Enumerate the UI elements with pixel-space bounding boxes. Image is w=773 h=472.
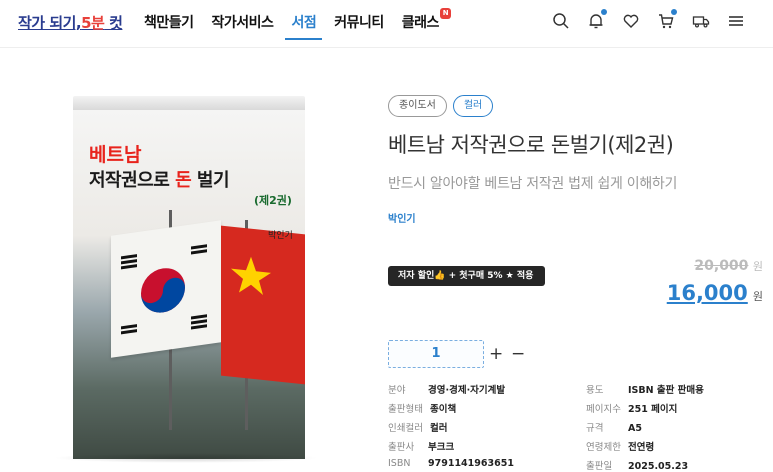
original-price: 20,000 원 [694, 258, 763, 274]
nav-item-bookstore[interactable]: 서점 [282, 0, 325, 48]
cover-title-part: 돈 [175, 170, 192, 191]
cover-title-part: 저작권으로 [89, 170, 176, 191]
nav-item-book-making[interactable]: 책만들기 [135, 0, 203, 48]
cart-dot [671, 9, 677, 15]
tag-color[interactable]: 컬러 [452, 95, 494, 117]
book-cover-face: 베트남 저작권으로 돈 벌기 (제2권) 박인기 [73, 110, 305, 459]
promo-badge: 저자 할인👍 + 첫구매 5% ★ 적용 [388, 266, 546, 286]
spec-row: 분야 경영·경제·자기계발 [388, 382, 505, 396]
spec-label: 규격 [586, 423, 604, 434]
cart-icon[interactable] [657, 9, 677, 30]
cover-author: 박인기 [268, 231, 293, 241]
sale-price: 16,000 원 [667, 281, 763, 305]
cover-title-line1: 베트남 [89, 144, 142, 166]
spec-value: 전연령 [628, 442, 655, 453]
delivery-truck-icon[interactable] [692, 12, 710, 30]
spec-row: ISBN 9791141963651 [388, 458, 514, 469]
quantity-decrease-button[interactable]: − [511, 340, 525, 368]
nav-item-community[interactable]: 커뮤니티 [325, 0, 393, 48]
site-header: 작가 되기,5분 컷 책만들기 작가서비스 서점 커뮤니티 클래스 N [0, 0, 773, 48]
quantity-increase-button[interactable]: + [489, 340, 503, 368]
spec-row: 출판사 부크크 [388, 439, 454, 453]
main-nav: 책만들기 작가서비스 서점 커뮤니티 클래스 N [135, 0, 451, 48]
spec-row: 페이지수 251 페이지 [586, 401, 677, 415]
tag-paper-book[interactable]: 종이도서 [388, 95, 447, 117]
book-cover-image[interactable]: 베트남 저작권으로 돈 벌기 (제2권) 박인기 [73, 96, 305, 459]
spec-value: 부크크 [428, 442, 455, 453]
spec-label: 출판사 [388, 442, 415, 453]
nav-item-author-service[interactable]: 작가서비스 [203, 0, 283, 48]
spec-label: 용도 [586, 385, 604, 396]
spec-label: 인쇄컬러 [388, 423, 423, 434]
korean-flag-image [111, 220, 221, 358]
logo-text-1: 작가 되기, [18, 14, 82, 32]
cover-title-part: 벌기 [191, 170, 230, 191]
nav-item-class[interactable]: 클래스 N [393, 0, 451, 48]
menu-icon[interactable] [727, 12, 745, 30]
logo-text-3: 컷 [104, 14, 123, 32]
spec-row: 연령제한 전연령 [586, 439, 654, 453]
bell-icon[interactable] [587, 9, 607, 30]
cover-title-line2: 저작권으로 돈 벌기 [89, 166, 230, 192]
spec-label: 페이지수 [586, 404, 621, 415]
sale-price-value: 16,000 [666, 281, 748, 305]
spec-value: 종이책 [430, 404, 457, 415]
sale-price-currency: 원 [752, 290, 763, 303]
product-author-link[interactable]: 박인기 [388, 210, 768, 225]
spec-value: 9791141963651 [428, 458, 514, 469]
book-shadow [53, 453, 319, 463]
spec-label: 출판일 [586, 461, 613, 472]
notification-dot [601, 9, 607, 15]
spec-value: A5 [628, 423, 642, 434]
logo-text-2: 5분 [81, 14, 105, 32]
new-badge: N [439, 8, 451, 19]
book-page-edge [73, 96, 305, 110]
spec-value: 컬러 [430, 423, 448, 434]
spec-label: 분야 [388, 385, 406, 396]
spec-value: ISBN 출판 판매용 [628, 385, 704, 396]
spec-label: ISBN [388, 458, 411, 469]
search-icon[interactable] [552, 12, 570, 30]
spec-row: 용도 ISBN 출판 판매용 [586, 382, 704, 396]
original-price-value: 20,000 [694, 258, 749, 274]
quantity-input[interactable]: 1 [388, 340, 484, 368]
header-icons [552, 9, 745, 30]
spec-row: 규격 A5 [586, 420, 642, 434]
spec-row: 출판일 2025.05.23 [586, 458, 688, 472]
spec-label: 출판형태 [388, 404, 423, 415]
product-info: 종이도서 컬러 베트남 저작권으로 돈벌기(제2권) 반드시 알아야할 베트남 … [388, 95, 768, 225]
spec-value: 경영·경제·자기계발 [428, 385, 506, 396]
spec-row: 인쇄컬러 컬러 [388, 420, 447, 434]
site-logo[interactable]: 작가 되기,5분 컷 [18, 12, 123, 33]
spec-row: 출판형태 종이책 [388, 401, 456, 415]
product-title: 베트남 저작권으로 돈벌기(제2권) [388, 133, 674, 157]
product-subtitle: 반드시 알아야할 베트남 저작권 법제 쉽게 이해하기 [388, 176, 678, 192]
spec-value: 2025.05.23 [628, 461, 689, 472]
product-tags: 종이도서 컬러 [388, 95, 768, 117]
original-price-currency: 원 [752, 260, 763, 273]
spec-value: 251 페이지 [628, 404, 678, 415]
cover-volume: (제2권) [254, 194, 292, 207]
nav-item-class-label: 클래스 [401, 15, 440, 31]
heart-icon[interactable] [622, 12, 640, 30]
vietnam-flag-image [221, 225, 305, 385]
spec-label: 연령제한 [586, 442, 621, 453]
